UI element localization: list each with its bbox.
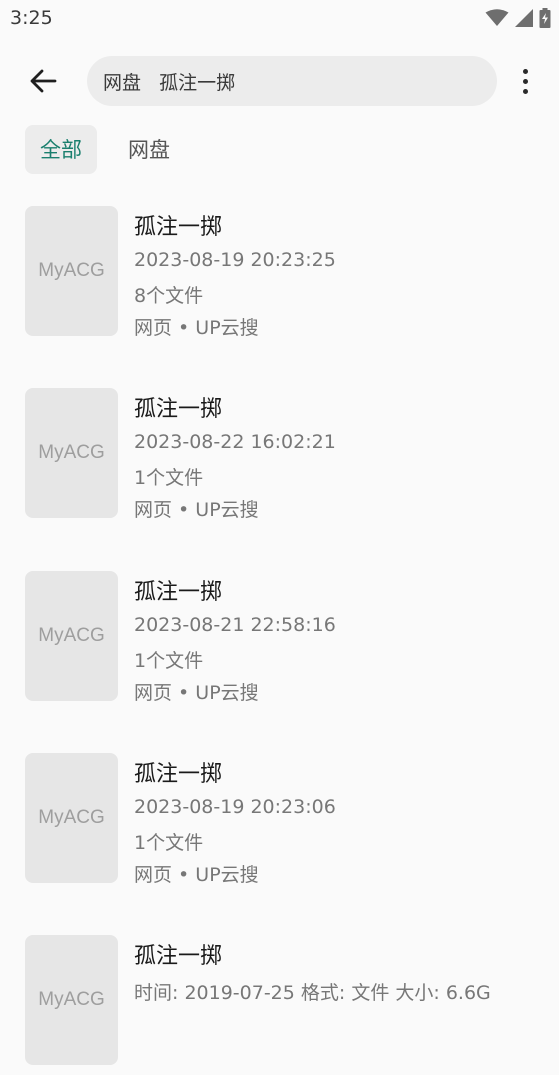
item-title: 孤注一掷: [134, 580, 223, 605]
item-meta: 时间: 2019-07-25 格式: 文件 大小: 6.6G: [134, 982, 491, 1004]
search-input[interactable]: 网盘 孤注一掷: [87, 56, 497, 106]
item-title: 孤注一掷: [134, 215, 223, 240]
item-file-count: 1个文件: [134, 832, 204, 854]
top-bar: 网盘 孤注一掷: [0, 56, 559, 106]
item-date: 2023-08-19 20:23:06: [134, 796, 336, 818]
tab-netdisk[interactable]: 网盘: [113, 125, 185, 174]
status-icons: [485, 8, 551, 28]
item-file-count: 1个文件: [134, 650, 204, 672]
thumbnail: MyACG: [25, 206, 118, 336]
status-bar: 3:25: [0, 0, 559, 38]
signal-icon: [515, 9, 533, 27]
battery-charging-icon: [539, 8, 551, 28]
thumbnail: MyACG: [25, 935, 118, 1065]
list-item[interactable]: MyACG 孤注一掷 时间: 2019-07-25 格式: 文件 大小: 6.6…: [0, 935, 559, 1075]
item-title: 孤注一掷: [134, 762, 223, 787]
item-date: 2023-08-19 20:23:25: [134, 249, 336, 271]
item-date: 2023-08-22 16:02:21: [134, 431, 336, 453]
back-button[interactable]: [22, 60, 64, 102]
thumbnail: MyACG: [25, 753, 118, 883]
item-file-count: 8个文件: [134, 285, 204, 307]
item-source: 网页 • UP云搜: [134, 682, 259, 704]
item-source: 网页 • UP云搜: [134, 499, 259, 521]
more-options-button[interactable]: [506, 60, 544, 102]
list-item[interactable]: MyACG 孤注一掷 2023-08-22 16:02:21 1个文件 网页 •…: [0, 388, 559, 528]
tab-all[interactable]: 全部: [25, 124, 97, 174]
filter-tabs: 全部 网盘: [25, 124, 185, 174]
item-source: 网页 • UP云搜: [134, 317, 259, 339]
item-file-count: 1个文件: [134, 467, 204, 489]
item-date: 2023-08-21 22:58:16: [134, 614, 336, 636]
thumbnail: MyACG: [25, 571, 118, 701]
arrow-left-icon: [30, 69, 57, 93]
list-item[interactable]: MyACG 孤注一掷 2023-08-21 22:58:16 1个文件 网页 •…: [0, 571, 559, 711]
item-title: 孤注一掷: [134, 944, 223, 969]
wifi-icon: [485, 9, 509, 26]
item-title: 孤注一掷: [134, 397, 223, 422]
thumbnail: MyACG: [25, 388, 118, 518]
search-query: 网盘 孤注一掷: [103, 71, 236, 94]
item-source: 网页 • UP云搜: [134, 864, 259, 886]
list-item[interactable]: MyACG 孤注一掷 2023-08-19 20:23:25 8个文件 网页 •…: [0, 206, 559, 346]
more-vertical-icon: [522, 68, 528, 74]
status-time: 3:25: [10, 7, 53, 29]
list-item[interactable]: MyACG 孤注一掷 2023-08-19 20:23:06 1个文件 网页 •…: [0, 753, 559, 893]
